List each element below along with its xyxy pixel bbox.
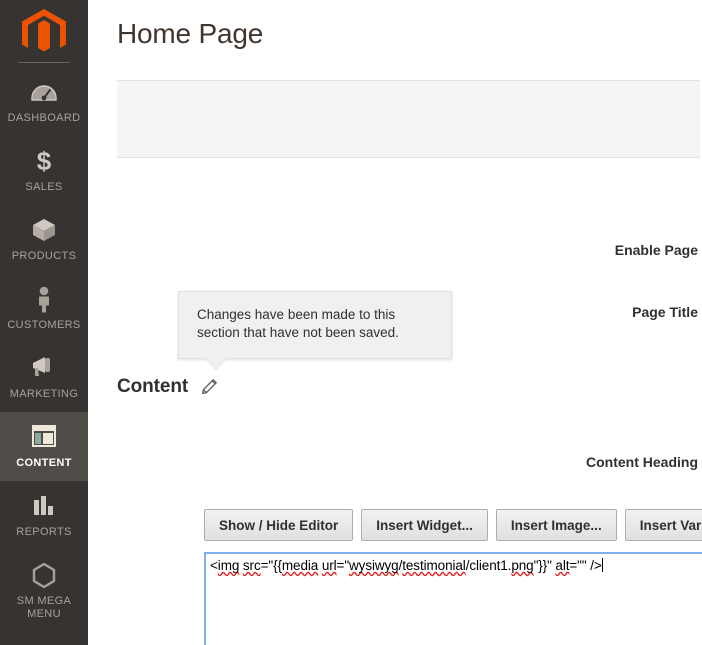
textarea-text-run: <img src="{{media url="wysiwyg/testimoni…	[210, 558, 602, 573]
sidebar-item-label: CUSTOMERS	[7, 319, 81, 331]
dollar-icon: $	[0, 147, 88, 177]
sidebar-item-label: REPORTS	[16, 526, 72, 538]
insert-image-button[interactable]: Insert Image...	[495, 509, 617, 541]
tooltip-arrow-icon	[205, 358, 227, 369]
box-icon	[0, 216, 88, 246]
sidebar-item-label: SM MEGA MENU	[16, 595, 72, 620]
content-textarea[interactable]: <img src="{{media url="wysiwyg/testimoni…	[204, 552, 702, 645]
sidebar-item-sales[interactable]: $ SALES	[0, 136, 88, 205]
insert-widget-button[interactable]: Insert Widget...	[361, 509, 488, 541]
sidebar-item-dashboard[interactable]: DASHBOARD	[0, 67, 88, 136]
admin-sidebar: DASHBOARD $ SALES PRODUCTS CUSTOMERS MAR…	[0, 0, 88, 645]
svg-text:$: $	[37, 147, 52, 175]
content-textarea-value: <img src="{{media url="wysiwyg/testimoni…	[210, 557, 702, 574]
page-title: Home Page	[117, 18, 264, 49]
sidebar-item-stores[interactable]: STORES	[0, 632, 88, 645]
sidebar-item-label: PRODUCTS	[11, 250, 77, 262]
section-title: Content	[117, 376, 189, 397]
sidebar-item-content[interactable]: CONTENT	[0, 412, 88, 481]
sidebar-item-label: SALES	[25, 181, 63, 193]
sidebar-item-customers[interactable]: CUSTOMERS	[0, 274, 88, 343]
page-info-panel	[117, 80, 700, 158]
sidebar-item-marketing[interactable]: MARKETING	[0, 343, 88, 412]
layout-icon	[0, 423, 88, 453]
insert-variable-button[interactable]: Insert Variable...	[624, 509, 702, 541]
editor-toolbar: Show / Hide Editor Insert Widget... Inse…	[204, 509, 702, 541]
hexagon-icon	[0, 561, 88, 591]
sidebar-item-reports[interactable]: REPORTS	[0, 481, 88, 550]
sidebar-item-label: CONTENT	[16, 457, 72, 469]
tooltip-message: Changes have been made to this section t…	[197, 307, 399, 340]
show-hide-editor-button[interactable]: Show / Hide Editor	[204, 509, 354, 541]
sidebar-item-sm-mega-menu[interactable]: SM MEGA MENU	[0, 550, 88, 632]
unsaved-changes-tooltip: Changes have been made to this section t…	[178, 291, 452, 369]
pencil-icon[interactable]	[200, 378, 218, 396]
page-title-label: Page Title	[632, 304, 698, 320]
sidebar-item-products[interactable]: PRODUCTS	[0, 205, 88, 274]
person-icon	[0, 285, 88, 315]
magento-logo-icon	[22, 9, 66, 52]
text-cursor	[601, 558, 603, 572]
sidebar-divider	[18, 62, 70, 63]
gauge-icon	[0, 78, 88, 108]
main-content-area: Home Page Enable Page Page Title Content…	[88, 0, 702, 645]
megaphone-icon	[0, 354, 88, 384]
magento-admin-page: DASHBOARD $ SALES PRODUCTS CUSTOMERS MAR…	[0, 0, 702, 645]
content-section-heading: Content	[117, 376, 218, 398]
enable-page-label: Enable Page	[614, 242, 698, 258]
magento-logo[interactable]	[0, 0, 88, 62]
bar-chart-icon	[0, 492, 88, 522]
sidebar-item-label: DASHBOARD	[7, 112, 81, 124]
content-heading-label: Content Heading	[586, 454, 698, 470]
sidebar-item-label: MARKETING	[9, 388, 79, 400]
